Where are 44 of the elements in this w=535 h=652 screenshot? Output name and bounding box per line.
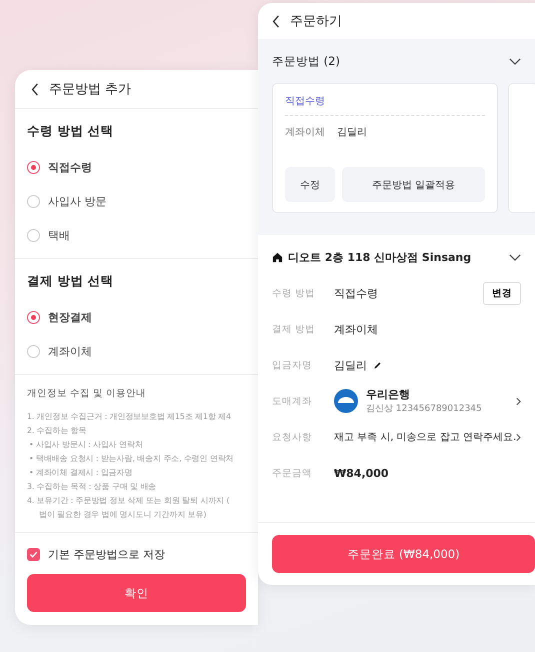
section-heading: 수령 방법 선택 bbox=[27, 123, 115, 140]
chevron-down-icon[interactable] bbox=[509, 254, 521, 260]
back-icon[interactable] bbox=[31, 82, 39, 96]
confirm-button[interactable]: 확인 bbox=[27, 574, 246, 612]
radio-option[interactable]: 직접수령 bbox=[27, 150, 246, 184]
field-label: 결제 방법 bbox=[272, 322, 316, 336]
section-heading: 결제 방법 선택 bbox=[27, 273, 115, 290]
payment-method: 계좌이체 bbox=[285, 126, 325, 140]
save-default-checkbox[interactable]: 기본 주문방법으로 저장 bbox=[27, 547, 246, 562]
bank-logo-icon bbox=[334, 389, 358, 413]
field-value: 직접수령 bbox=[334, 286, 379, 300]
field-label: 입금자명 bbox=[272, 358, 313, 372]
screen-title: 주문방법 추가 bbox=[49, 81, 132, 98]
screen-title: 주문하기 bbox=[290, 13, 342, 30]
privacy-heading: 개인정보 수집 및 이용안내 bbox=[27, 387, 148, 400]
submit-order-button[interactable]: 주문완료 (₩84,000) bbox=[272, 535, 535, 573]
account-number: 김신상 123456789012345 bbox=[366, 403, 483, 415]
card-button[interactable]: 주문방법 일괄적용 bbox=[342, 167, 485, 202]
home-icon bbox=[272, 252, 283, 262]
depositor-name: 김딜리 bbox=[337, 126, 367, 140]
field-value: 김딜리 bbox=[334, 358, 367, 372]
card-button[interactable]: 수정 bbox=[285, 167, 335, 202]
radio-option[interactable]: 택배 bbox=[27, 218, 246, 252]
field-label: 도매계좌 bbox=[272, 394, 313, 408]
radio-option[interactable]: 현장결제 bbox=[27, 300, 246, 334]
radio-option[interactable]: 계좌이체 bbox=[27, 334, 246, 368]
check-icon bbox=[28, 549, 39, 560]
back-icon[interactable] bbox=[272, 14, 280, 28]
field-value: 계좌이체 bbox=[334, 322, 379, 336]
bank-name: 우리은행 bbox=[366, 387, 411, 402]
section-heading: 주문방법 (2) bbox=[272, 54, 340, 68]
field-label: 주문금액 bbox=[272, 466, 313, 480]
change-button[interactable]: 변경 bbox=[483, 282, 521, 304]
receive-method: 직접수령 bbox=[285, 94, 485, 116]
chevron-right-icon[interactable] bbox=[516, 396, 521, 406]
request-note: 재고 부족 시, 미송으로 잡고 연락주세요. bbox=[334, 431, 516, 444]
order-amount: ₩84,000 bbox=[334, 466, 390, 480]
pencil-icon[interactable] bbox=[373, 360, 382, 370]
chevron-right-icon[interactable] bbox=[516, 432, 521, 442]
store-name: 디오트 2층 118 신마상점 Sinsang bbox=[288, 250, 472, 264]
chevron-down-icon[interactable] bbox=[509, 58, 521, 64]
field-label: 수령 방법 bbox=[272, 286, 316, 300]
field-label: 요청사항 bbox=[272, 430, 313, 444]
radio-option[interactable]: 사입사 방문 bbox=[27, 184, 246, 218]
